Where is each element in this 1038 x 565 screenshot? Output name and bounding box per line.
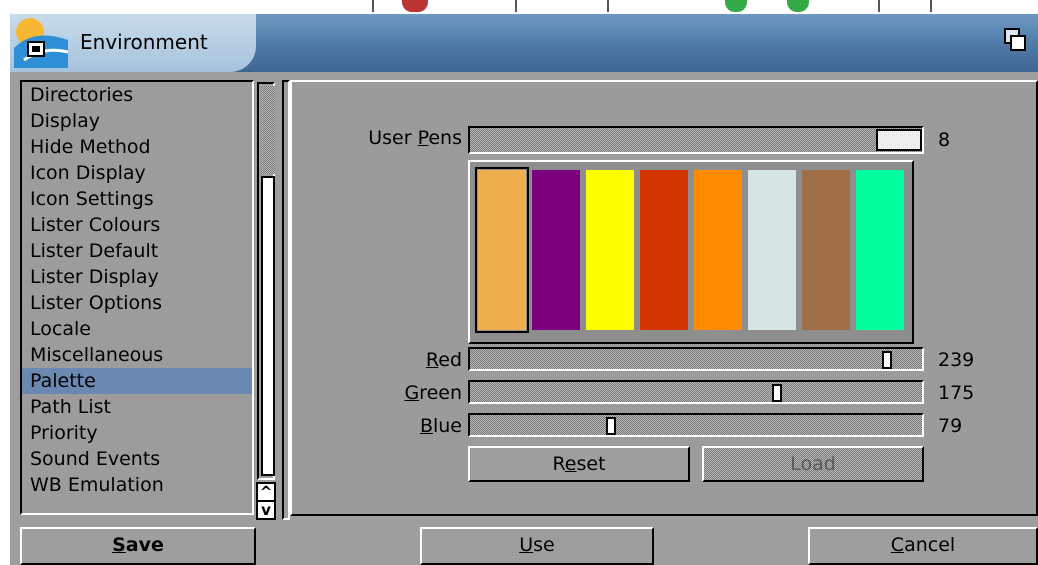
pen-swatch-8[interactable] (856, 170, 904, 330)
list-item-path-list[interactable]: Path List (22, 394, 252, 420)
palette-panel: User Pens 8 Red 239 Green 175 Blue 79 Re… (290, 80, 1038, 516)
user-pens-label-post: ens (428, 127, 462, 149)
user-pens-label-pre: User (368, 127, 418, 149)
list-item-directories[interactable]: Directories (22, 82, 252, 108)
list-item-icon-settings[interactable]: Icon Settings (22, 186, 252, 212)
green-slider[interactable] (468, 380, 924, 404)
title-tab: Environment (10, 14, 256, 72)
window-title: Environment (80, 30, 208, 54)
green-label-key: G (404, 382, 420, 404)
pen-swatch-1[interactable] (475, 167, 529, 333)
panel-divider (282, 80, 290, 520)
load-button[interactable]: Load (702, 446, 924, 482)
list-item-locale[interactable]: Locale (22, 316, 252, 342)
settings-list-items: Directories Display Hide Method Icon Dis… (22, 82, 252, 498)
scroll-down-arrow-icon[interactable]: v (256, 500, 276, 520)
save-label-post: ave (125, 534, 164, 556)
save-label-key: S (112, 534, 126, 556)
use-label-key: U (519, 534, 534, 556)
list-item-lister-display[interactable]: Lister Display (22, 264, 252, 290)
cancel-label-key: C (890, 534, 905, 556)
red-value: 239 (938, 349, 975, 371)
blue-slider[interactable] (468, 413, 924, 437)
settings-list[interactable]: Directories Display Hide Method Icon Dis… (20, 80, 254, 515)
red-slider-knob[interactable] (882, 351, 892, 369)
user-pens-slider[interactable] (468, 126, 924, 154)
pen-swatch-7[interactable] (802, 170, 850, 330)
reset-label-post: set (576, 453, 606, 475)
list-item-display[interactable]: Display (22, 108, 252, 134)
list-item-lister-default[interactable]: Lister Default (22, 238, 252, 264)
pen-swatch-4[interactable] (640, 170, 688, 330)
list-item-wb-emulation[interactable]: WB Emulation (22, 472, 252, 498)
green-label-post: reen (419, 382, 462, 404)
blue-label-post: lue (432, 415, 462, 437)
workbench-logo-icon[interactable] (14, 18, 69, 68)
cancel-button[interactable]: Cancel (808, 527, 1038, 565)
green-slider-knob[interactable] (772, 384, 782, 402)
list-item-hide-method[interactable]: Hide Method (22, 134, 252, 160)
scroll-track-upper[interactable] (261, 86, 275, 174)
pen-swatch-2[interactable] (532, 170, 580, 330)
list-item-lister-colours[interactable]: Lister Colours (22, 212, 252, 238)
reset-label-pre: R (552, 453, 565, 475)
window-title-bar[interactable]: Environment (10, 14, 1038, 72)
red-label: Red (352, 349, 462, 371)
blue-label: Blue (352, 415, 462, 437)
environment-window: Directories Display Hide Method Icon Dis… (10, 72, 1038, 565)
user-pens-label: User Pens (322, 127, 462, 149)
list-item-palette[interactable]: Palette (22, 368, 252, 394)
user-pens-value: 8 (938, 129, 951, 151)
red-label-post: ed (438, 349, 462, 371)
scroll-thumb[interactable] (261, 176, 275, 476)
pen-swatch-6[interactable] (748, 170, 796, 330)
red-label-key: R (425, 349, 439, 371)
pen-swatch-5[interactable] (694, 170, 742, 330)
list-scrollbar[interactable]: ^ v (254, 80, 278, 520)
depth-gadget-icon[interactable] (1004, 28, 1026, 52)
user-pens-label-key: P (417, 127, 429, 149)
blue-label-key: B (419, 415, 433, 437)
scroll-up-arrow-icon[interactable]: ^ (256, 482, 276, 502)
green-label: Green (352, 382, 462, 404)
blue-slider-knob[interactable] (606, 417, 616, 435)
list-item-miscellaneous[interactable]: Miscellaneous (22, 342, 252, 368)
pen-swatch-3[interactable] (586, 170, 634, 330)
background-window-strip (0, 0, 1038, 14)
user-pens-slider-knob[interactable] (876, 129, 922, 151)
green-value: 175 (938, 382, 975, 404)
bottom-button-row: Save Use Cancel (10, 522, 1038, 565)
save-button[interactable]: Save (20, 527, 256, 565)
use-button[interactable]: Use (420, 527, 654, 565)
list-item-icon-display[interactable]: Icon Display (22, 160, 252, 186)
red-slider[interactable] (468, 347, 924, 371)
reset-label-key: e (564, 453, 577, 475)
list-item-sound-events[interactable]: Sound Events (22, 446, 252, 472)
reset-button[interactable]: Reset (468, 446, 690, 482)
cancel-label-post: ancel (904, 534, 956, 556)
use-label-post: se (533, 534, 555, 556)
list-item-lister-options[interactable]: Lister Options (22, 290, 252, 316)
blue-value: 79 (938, 415, 963, 437)
pen-swatch-frame (468, 160, 914, 344)
scroll-track[interactable] (257, 82, 275, 480)
list-item-priority[interactable]: Priority (22, 420, 252, 446)
